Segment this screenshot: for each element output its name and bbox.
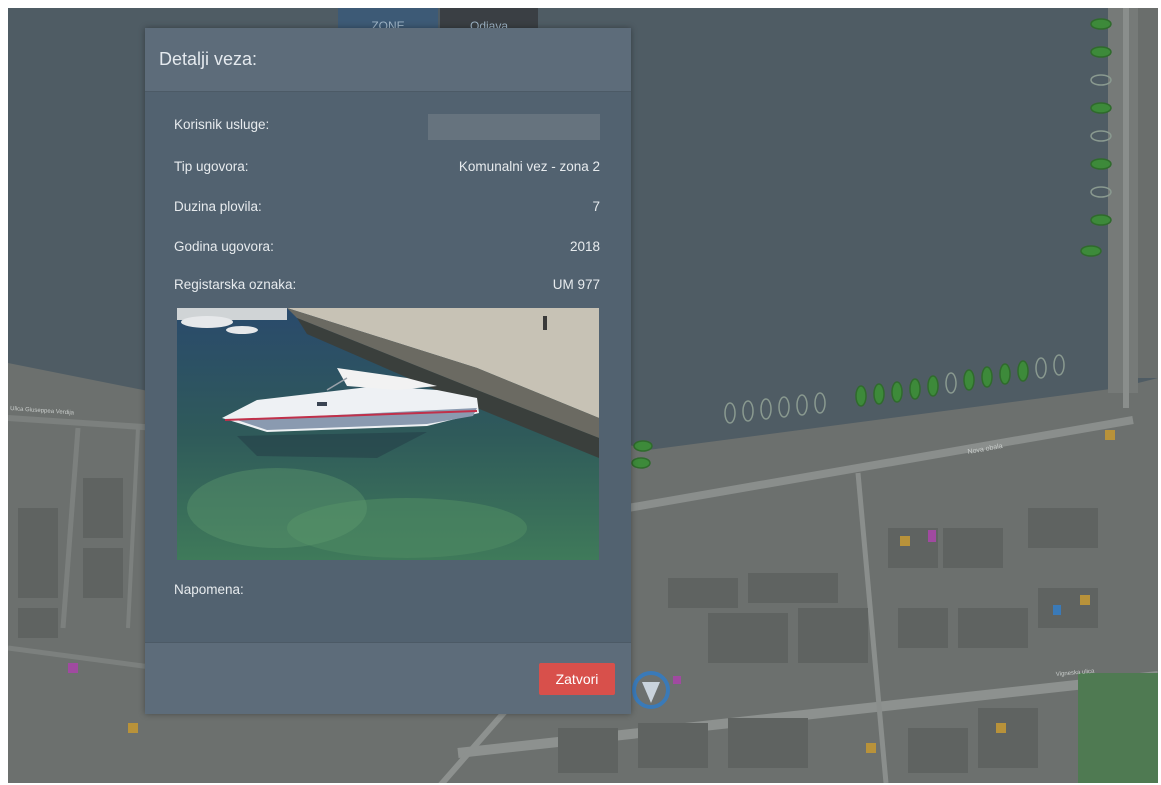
modal-header: Detalji veza:: [145, 28, 631, 92]
east-quay-edge: [1138, 8, 1158, 378]
field-service-user: Korisnik usluge:: [174, 114, 600, 140]
poi-icon: [1105, 430, 1115, 440]
field-label: Napomena:: [174, 582, 244, 597]
poi-icon: [900, 536, 910, 546]
field-registration: Registarska oznaka: UM 977: [174, 274, 600, 296]
tab-second[interactable]: Odjava: [440, 8, 538, 28]
field-label: Tip ugovora:: [174, 159, 249, 174]
poi-icon: [68, 663, 78, 673]
poi-icon: [673, 676, 681, 684]
poi-icon: [1053, 605, 1061, 615]
poi-icon: [128, 723, 138, 733]
field-label: Registarska oznaka:: [174, 277, 297, 292]
poi-icon: [996, 723, 1006, 733]
park: [1078, 673, 1158, 783]
boat-photo: [177, 308, 599, 560]
poi-icon: [866, 743, 876, 753]
berths-east: [1080, 18, 1112, 257]
field-note: Napomena:: [174, 579, 600, 601]
tab-zone[interactable]: ZONE: [338, 8, 438, 28]
field-value: Komunalni vez - zona 2: [458, 159, 600, 174]
modal-footer: Zatvori: [145, 642, 631, 714]
berth-details-modal: Detalji veza: Korisnik usluge: Tip ugovo…: [145, 28, 631, 714]
field-label: Godina ugovora:: [174, 239, 274, 254]
field-label: Duzina plovila:: [174, 199, 262, 214]
modal-body: Korisnik usluge: Tip ugovora: Komunalni …: [145, 92, 631, 642]
field-value: 7: [592, 199, 600, 214]
field-contract-year: Godina ugovora: 2018: [174, 236, 600, 258]
field-value: UM 977: [552, 277, 600, 292]
field-contract-type: Tip ugovora: Komunalni vez - zona 2: [174, 156, 600, 178]
field-value: 2018: [569, 239, 600, 254]
field-label: Korisnik usluge:: [174, 117, 270, 132]
service-user-input[interactable]: [428, 114, 600, 140]
poi-icon: [928, 530, 936, 542]
poi-icon: [1080, 595, 1090, 605]
field-vessel-length: Duzina plovila: 7: [174, 196, 600, 218]
close-button[interactable]: Zatvori: [539, 663, 615, 695]
modal-title: Detalji veza:: [159, 49, 258, 69]
